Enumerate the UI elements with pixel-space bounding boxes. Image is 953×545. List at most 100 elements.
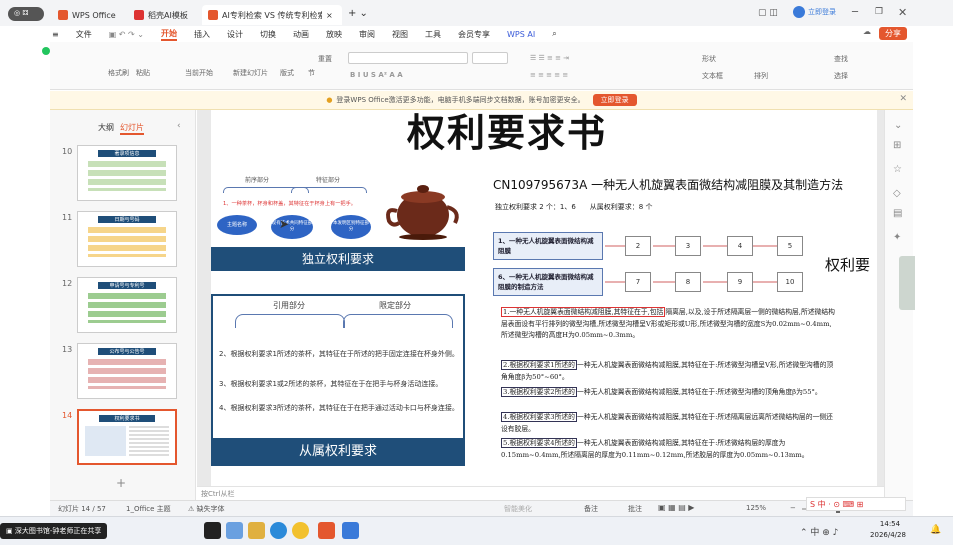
close-tab-icon[interactable]: × (326, 11, 333, 20)
sidebar-shape-icon[interactable]: ◇ (893, 188, 901, 199)
tab-docer[interactable]: 稻壳AI模板 (128, 5, 194, 25)
comment-button[interactable]: 批注 (628, 504, 642, 514)
close-notice-icon[interactable]: ✕ (899, 94, 907, 104)
status-bar: 幻灯片 14 / 57 1_Office 主题 ⚠ 缺失字体 智能美化 备注 批… (50, 500, 913, 516)
smart-beautify-button[interactable]: 智能美化 (504, 504, 532, 514)
login-button[interactable]: 立即登录 (793, 6, 836, 18)
notice-login-button[interactable]: 立即登录 (592, 94, 637, 106)
sidebar-slide-icon[interactable]: ▤ (893, 208, 902, 219)
notes-pane[interactable]: 按Ctrl从栏 (197, 486, 884, 500)
play-current-button[interactable]: 当前开始 (185, 68, 213, 78)
sidebar-animation-icon[interactable]: ✦ (893, 232, 901, 243)
slide-thumbnails-pane: 大纲 幻灯片 ‹ 10 著录项信息 11 日期与号码 12 申请号与专利号 13… (50, 110, 196, 500)
quote-brace (235, 314, 345, 328)
tab-view[interactable]: 视图 (392, 29, 408, 40)
tray-icons[interactable]: ⌃ 中 ⊕ ♪ (800, 525, 838, 538)
reset-button[interactable]: 重置 (318, 54, 332, 64)
find-button[interactable]: 查找 (834, 54, 848, 64)
select-button[interactable]: 选择 (834, 71, 848, 81)
slide: 权利要求书 前序部分 特征部分 1、一种茶杯，杯身和杯盖，其特征在于杯身上有一把… (211, 110, 877, 498)
clock-date: 2026/4/28 (870, 531, 906, 539)
add-slide-button[interactable]: + (116, 476, 126, 490)
font-size-select[interactable] (472, 52, 508, 64)
missing-font-button[interactable]: ⚠ 缺失字体 (188, 504, 225, 514)
text-format-icons[interactable]: B I U S A² A A (350, 71, 403, 79)
zoom-level[interactable]: 125% (746, 504, 766, 512)
textbox-button[interactable]: 文本框 (702, 71, 723, 81)
shape-button[interactable]: 形状 (702, 54, 716, 64)
widgets-icon[interactable] (226, 522, 243, 539)
slide-number: 12 (62, 279, 73, 288)
sidebar-collapse-icon[interactable]: ⌄ (894, 120, 902, 131)
minimize-icon[interactable]: ─ (852, 7, 858, 18)
search-icon[interactable]: ⌕ (552, 29, 556, 39)
align-icons[interactable]: ≡ ≡ ≡ ≡ ≡ (530, 71, 568, 79)
chrome-icon[interactable] (292, 522, 309, 539)
notes-button[interactable]: 备注 (584, 504, 598, 514)
share-button[interactable]: 分享 (879, 27, 907, 40)
start-icon[interactable] (204, 522, 221, 539)
ime-toolbar[interactable]: S 中 · ⊙ ⌨ ⊞ (806, 497, 906, 511)
format-brush-button[interactable]: 格式刷 (108, 68, 129, 78)
tab-wps-ai[interactable]: WPS AI (507, 30, 535, 39)
font-name-select[interactable] (348, 52, 468, 64)
share-label: 分享 (885, 29, 901, 38)
slide-thumb-10[interactable]: 著录项信息 (77, 145, 177, 201)
layout-button[interactable]: 版式 (280, 68, 294, 78)
taskbar: ▣ 深大图书馆-钟老师正在共享 ⌃ 中 ⊕ ♪ 14:54 2026/4/28 … (0, 516, 953, 545)
limit-label: 限定部分 (379, 301, 411, 310)
arrange-button[interactable]: 排列 (754, 71, 768, 81)
window-tools-icon[interactable]: ▢ ◫ (758, 8, 778, 18)
tab-animation[interactable]: 动画 (293, 29, 309, 40)
wps-logo-icon (58, 10, 68, 20)
collapse-pane-icon[interactable]: ‹ (177, 121, 181, 131)
file-menu[interactable]: 文件 (76, 29, 92, 40)
tab-review[interactable]: 审阅 (359, 29, 375, 40)
tab-design[interactable]: 设计 (227, 29, 243, 40)
sample-claim: 1、一种茶杯，杯身和杯盖，其特征在于杯身上有一把手。 (223, 201, 356, 207)
new-tab-icon[interactable]: + ⌄ (348, 8, 368, 19)
tab-presentation[interactable]: AI专利检索 VS 传统专利检索 × (202, 5, 342, 25)
tab-transition[interactable]: 切换 (260, 29, 276, 40)
wps-taskbar-icon[interactable] (318, 522, 335, 539)
file-explorer-icon[interactable] (248, 522, 265, 539)
screen: ◎ ⚃ WPS Office 稻壳AI模板 AI专利检索 VS 传统专利检索 × … (0, 0, 953, 545)
slide-thumb-11[interactable]: 日期与号码 (77, 211, 177, 267)
edge-icon[interactable] (270, 522, 287, 539)
quick-tools-icon[interactable]: ▣ ↶ ↷ ⌄ (109, 30, 144, 39)
paragraph-icons[interactable]: ☰ ☰ ≡ ≡ ⇥ (530, 54, 569, 62)
view-mode-icons[interactable]: ▣ ▦ ▤ ▶ (658, 503, 694, 512)
zoom-out-icon[interactable]: − (790, 504, 796, 512)
tab-wps-office[interactable]: WPS Office (52, 5, 122, 25)
close-window-icon[interactable]: ✕ (898, 6, 907, 19)
sidebar-properties-icon[interactable]: ⊞ (893, 140, 901, 151)
slide-thumb-12[interactable]: 申请号与专利号 (77, 277, 177, 333)
notification-icon[interactable]: 🔔 (930, 525, 941, 535)
paste-button[interactable]: 粘贴 (136, 68, 150, 78)
tab-home[interactable]: 开始 (161, 28, 177, 41)
sidebar-star-icon[interactable]: ☆ (893, 164, 902, 175)
app-taskbar-icon[interactable] (342, 522, 359, 539)
thumb-title: 著录项信息 (98, 150, 156, 157)
floating-widget[interactable] (899, 256, 915, 310)
tab-tools[interactable]: 工具 (425, 29, 441, 40)
slide-thumb-13[interactable]: 公布号与公告号 (77, 343, 177, 399)
avatar-icon (793, 6, 805, 18)
theme-indicator: 1_Office 主题 (126, 505, 171, 513)
tab-member[interactable]: 会员专享 (458, 29, 490, 40)
outline-tab[interactable]: 大纲 (98, 122, 114, 133)
cloud-icon[interactable]: ☁ (863, 27, 871, 36)
menu-icon[interactable]: ≡ (52, 30, 59, 39)
section-button[interactable]: 节 (308, 68, 315, 78)
claim-text-highlight: 4.根据权利要求3所述的 (501, 412, 577, 422)
bubble-common: 现有技术共同特征部分 (271, 215, 313, 239)
new-slide-button[interactable]: 新建幻灯片 (233, 68, 268, 78)
restore-icon[interactable]: ❐ (875, 7, 883, 17)
meeting-indicator[interactable]: ◎ ⚃ (8, 7, 44, 21)
slide-indicator: 幻灯片 14 / 57 (58, 505, 106, 513)
slides-tab[interactable]: 幻灯片 (120, 122, 144, 135)
claim-text-body: 一种无人机旋翼表面微结构减阻膜,其特征在于:所述微型沟槽的顶角角度β为55°。 (576, 388, 822, 396)
slide-thumb-14[interactable]: 权利要求书 (77, 409, 177, 465)
tab-slideshow[interactable]: 放映 (326, 29, 342, 40)
tab-insert[interactable]: 插入 (194, 29, 210, 40)
